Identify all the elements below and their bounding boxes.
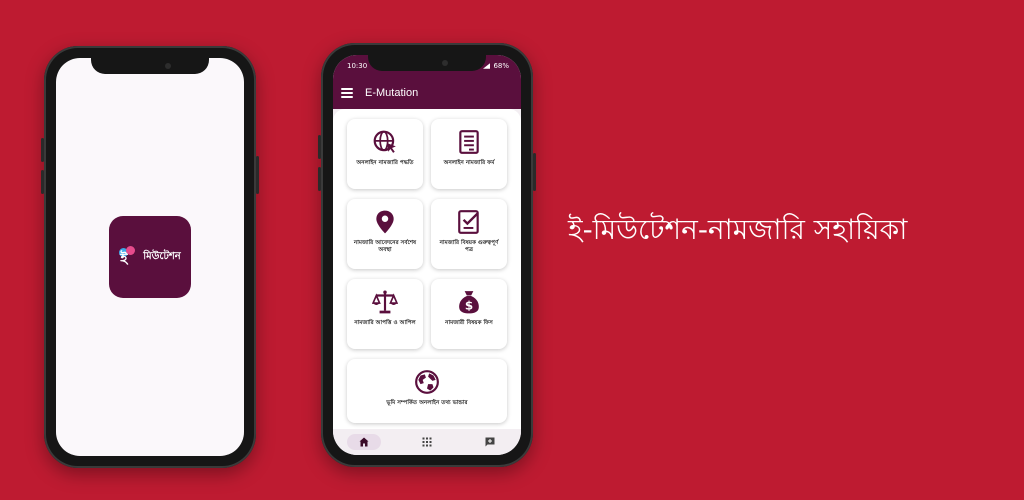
hamburger-menu-icon[interactable] — [341, 88, 353, 98]
menu-card-online-mutation-form[interactable]: অনলাইন নামজারি ফর্ম — [431, 119, 507, 189]
app-title: E-Mutation — [365, 87, 419, 99]
menu-card-online-mutation-process[interactable]: অনলাইন নামজারি পদ্ধতি — [347, 119, 423, 189]
home-screen: 10:30 68% E-Mutation অনলাইন নামজারি পদ্ধ… — [333, 55, 521, 455]
menu-card-application-status[interactable]: নামজারি আবেদনের সর্বশেষ অবস্থা — [347, 199, 423, 269]
power-button — [256, 156, 259, 194]
menu-card-land-information-repository[interactable]: ভূমি সম্পর্কিত অনলাইন তথ্য ভান্ডার — [347, 359, 507, 423]
menu-card-label: অনলাইন নামজারি পদ্ধতি — [356, 160, 414, 166]
volume-button — [318, 135, 321, 159]
battery-level: 68% — [493, 62, 509, 70]
menu-card-label: নামজারি বিষয়ক গুরুত্বপূর্ণ পত্র — [439, 240, 499, 253]
splash-phone-frame: ই মিউটেশন — [41, 46, 259, 468]
nav-feedback[interactable] — [473, 434, 507, 450]
home-phone-frame: 10:30 68% E-Mutation অনলাইন নামজারি পদ্ধ… — [318, 43, 536, 467]
add-feedback-icon — [485, 437, 495, 447]
menu-card-important-letters[interactable]: নামজারি বিষয়ক গুরুত্বপূর্ণ পত্র — [431, 199, 507, 269]
logo-people-icon: ই — [119, 246, 141, 268]
checked-document-icon — [458, 210, 479, 234]
logo-text: মিউটেশন — [143, 250, 181, 262]
menu-card-label: অনলাইন নামজারি ফর্ম — [443, 160, 495, 166]
menu-card-label: ভূমি সম্পর্কিত অনলাইন তথ্য ভান্ডার — [386, 400, 468, 406]
home-icon — [359, 437, 369, 447]
volume-button — [41, 138, 44, 162]
nav-apps[interactable] — [410, 434, 444, 450]
menu-card-label: নামজারি আবেদনের সর্বশেষ অবস্থা — [353, 240, 417, 253]
menu-grid: অনলাইন নামজারি পদ্ধতি অনলাইন নামজারি ফর্… — [343, 119, 511, 423]
bottom-navigation — [333, 429, 521, 455]
splash-screen: ই মিউটেশন — [56, 58, 244, 456]
menu-card-mutation-fees[interactable]: $ নামজারী বিষয়ক ফিস — [431, 279, 507, 349]
app-bar: E-Mutation — [333, 77, 521, 109]
home-content: অনলাইন নামজারি পদ্ধতি অনলাইন নামজারি ফর্… — [333, 109, 521, 429]
app-tagline: ই-মিউটেশন-নামজারি সহায়িকা — [568, 213, 908, 246]
menu-card-objection-appeal[interactable]: নামজারি আপত্তি ও আপিল — [347, 279, 423, 349]
volume-button — [41, 170, 44, 194]
location-pin-icon — [376, 210, 394, 234]
signal-icon — [483, 63, 491, 69]
power-button — [533, 153, 536, 191]
menu-card-label: নামজারি আপত্তি ও আপিল — [354, 320, 416, 326]
phone-notch — [91, 58, 209, 74]
svg-text:$: $ — [465, 299, 473, 313]
money-bag-icon: $ — [459, 291, 479, 314]
volume-button — [318, 167, 321, 191]
logo-mark: ই মিউটেশন — [119, 246, 181, 268]
earth-globe-icon — [415, 370, 439, 394]
nav-home[interactable] — [347, 434, 382, 450]
menu-card-label: নামজারী বিষয়ক ফিস — [445, 320, 493, 326]
justice-scale-icon — [372, 290, 398, 314]
form-document-icon — [459, 130, 479, 154]
apps-grid-icon — [422, 437, 432, 447]
status-time: 10:30 — [347, 62, 368, 70]
app-logo[interactable]: ই মিউটেশন — [109, 216, 191, 298]
phone-notch — [368, 55, 486, 71]
globe-cursor-icon — [373, 130, 396, 153]
